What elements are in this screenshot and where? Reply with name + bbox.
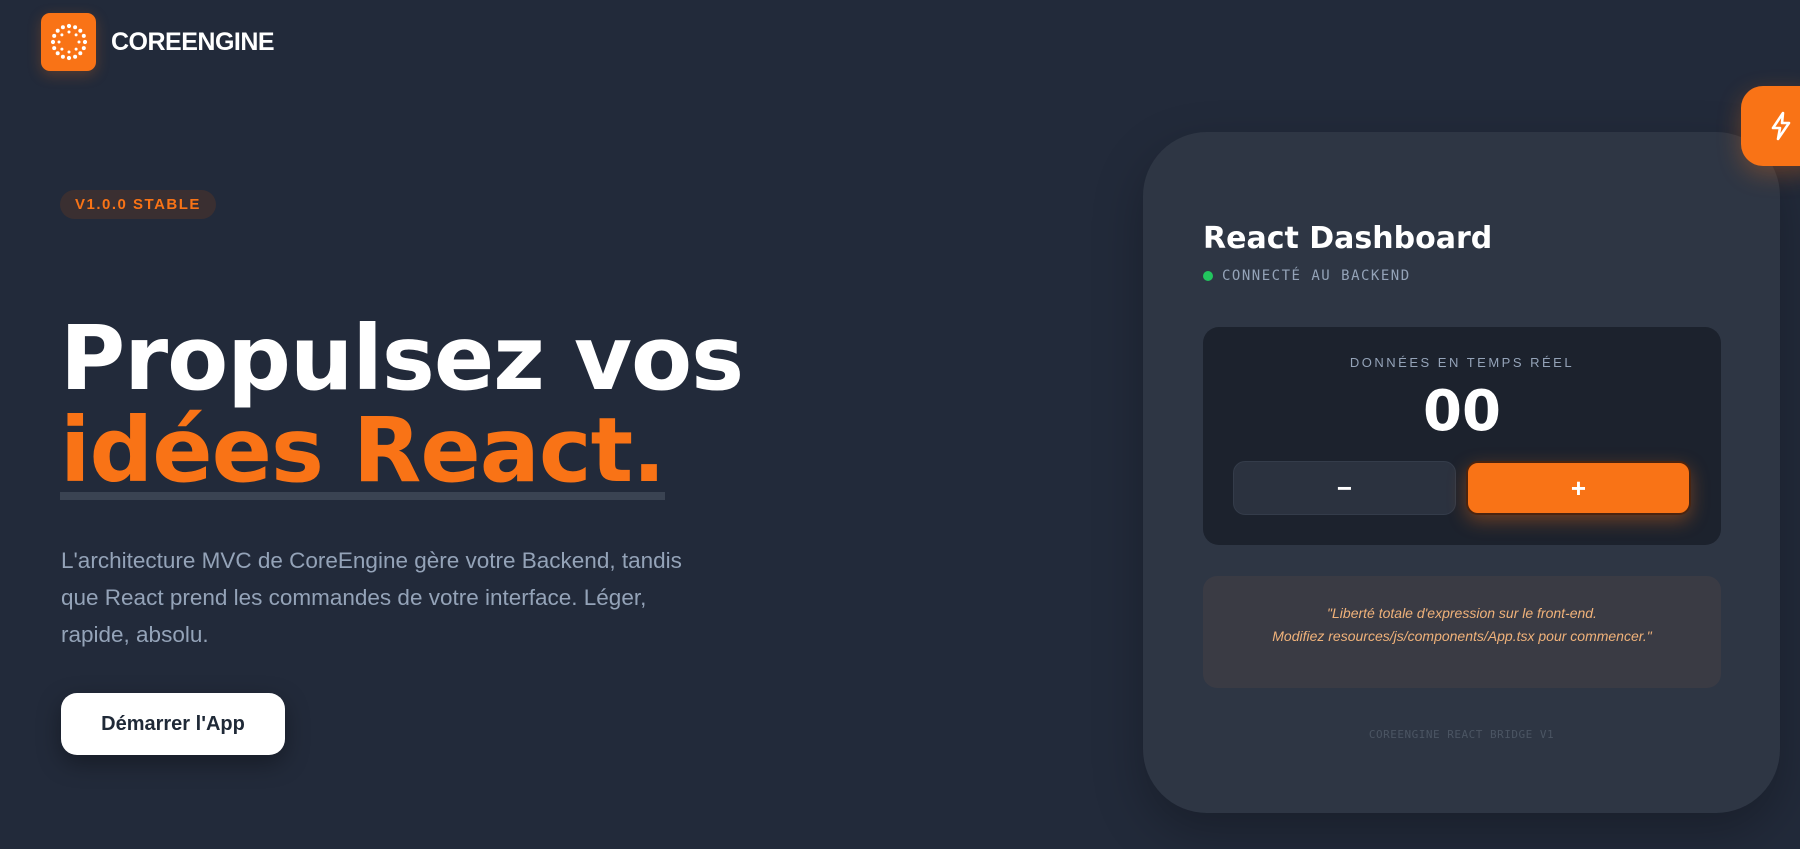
brand-name: COREENGINE	[111, 27, 275, 56]
quote-line-1: "Liberté totale d'expression sur le fron…	[1327, 605, 1597, 621]
hero-description: L'architecture MVC de CoreEngine gère vo…	[61, 548, 682, 647]
react-dashboard-card: React Dashboard CONNECTÉ AU BACKEND DONN…	[1143, 132, 1780, 813]
version-badge: V1.0.0 STABLE	[60, 190, 216, 219]
panel-label: DONNÉES EN TEMPS RÉEL	[1349, 355, 1575, 370]
quote-line-2: Modifiez resources/js/components/App.tsx…	[1272, 628, 1652, 644]
brand[interactable]: COREENGINE	[41, 13, 275, 71]
increment-button[interactable]: +	[1466, 461, 1691, 515]
quick-action-button[interactable]	[1741, 86, 1800, 166]
status-text: CONNECTÉ AU BACKEND	[1222, 268, 1411, 284]
info-quote: "Liberté totale d'expression sur le fron…	[1203, 576, 1721, 688]
lightning-bolt-icon	[1771, 111, 1791, 141]
decrement-button[interactable]: −	[1233, 461, 1456, 515]
card-footer: COREENGINE REACT BRIDGE V1	[1368, 728, 1555, 741]
headline-line-2: idées React.	[60, 398, 666, 502]
sunburst-dots-icon	[41, 13, 96, 71]
connection-status: CONNECTÉ AU BACKEND	[1203, 268, 1411, 284]
status-dot-icon	[1203, 271, 1213, 281]
headline-line-1: Propulsez vos	[60, 306, 744, 410]
landing-page: COREENGINE V1.0.0 STABLE Propulsez vos i…	[0, 0, 1800, 849]
dashboard-title: React Dashboard	[1203, 221, 1493, 256]
start-app-button[interactable]: Démarrer l'App	[61, 693, 285, 755]
realtime-data-panel: DONNÉES EN TEMPS RÉEL 00 − +	[1203, 327, 1721, 545]
hero-headline: Propulsez vos idées React.	[60, 312, 960, 500]
counter-value: 00	[1423, 379, 1501, 444]
